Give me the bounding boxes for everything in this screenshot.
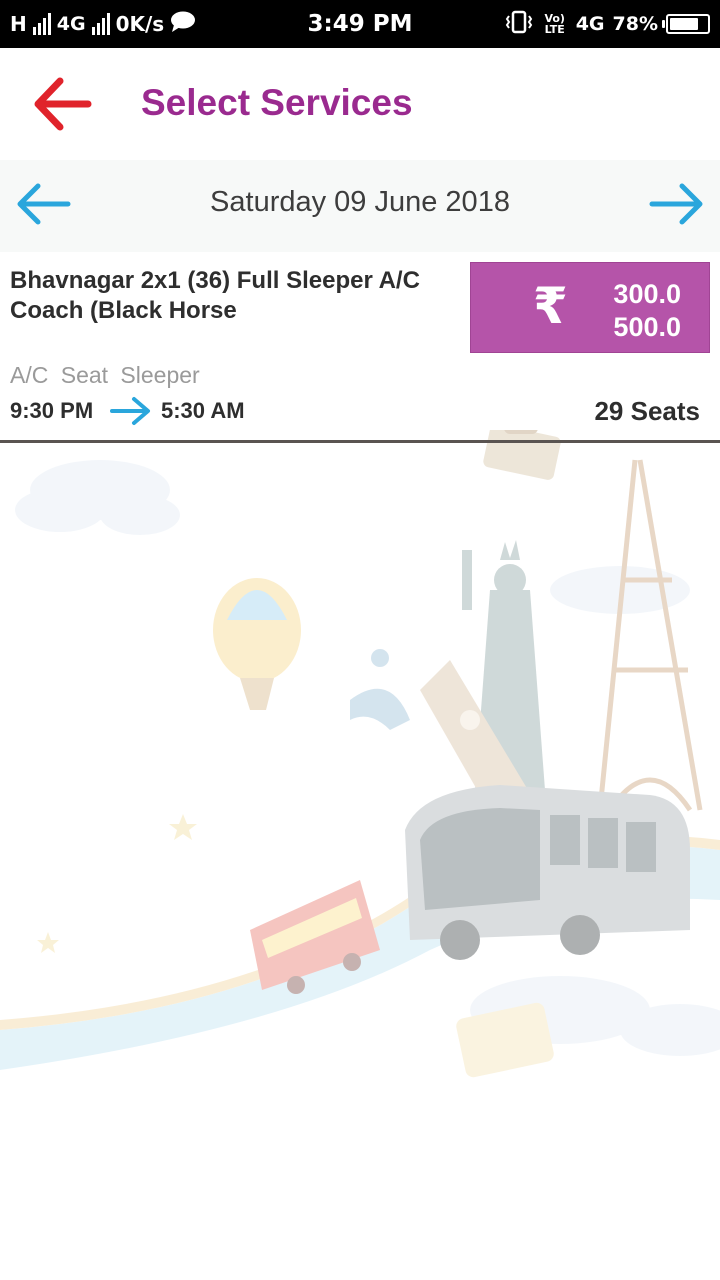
back-button[interactable] — [28, 72, 94, 136]
pattern-tile-decoration — [456, 1002, 554, 1078]
fare-value-2: 500.0 — [613, 312, 681, 342]
battery-percent: 78% — [612, 13, 658, 35]
app-header: Select Services — [0, 48, 720, 160]
network-4g-label: 4G — [575, 13, 605, 35]
vibrate-icon — [504, 10, 534, 39]
status-bar: H 4G 0K/s 3:49 PM Vo) LTE 4G 78% — [0, 0, 720, 48]
rupee-icon: ₹ — [533, 277, 568, 335]
bus-name: Bhavnagar 2x1 (36) Full Sleeper A/C Coac… — [10, 267, 420, 324]
next-date-button[interactable] — [648, 182, 704, 226]
volte-label: Vo) LTE — [544, 12, 565, 36]
selected-date: Saturday 09 June 2018 — [210, 186, 510, 218]
page-title: Select Services — [141, 82, 413, 123]
arrow-right-icon — [649, 183, 703, 225]
status-right-group: Vo) LTE 4G 78% — [504, 0, 710, 48]
card-divider — [0, 440, 720, 443]
hot-air-balloon-icon — [213, 578, 301, 710]
fare-value-1: 300.0 — [613, 279, 681, 309]
service-card[interactable]: Bhavnagar 2x1 (36) Full Sleeper A/C Coac… — [0, 252, 720, 443]
bus-type-label: A/C Seat Sleeper — [10, 362, 200, 388]
app-screen: H 4G 0K/s 3:49 PM Vo) LTE 4G 78% Select … — [0, 0, 720, 1280]
star-icon — [37, 814, 197, 953]
date-selector: Saturday 09 June 2018 — [0, 160, 720, 252]
battery-icon — [662, 14, 710, 34]
route-arrow-icon — [110, 397, 150, 425]
surfer-icon — [350, 649, 410, 730]
departure-time: 9:30 PM — [10, 398, 94, 423]
arrival-time: 5:30 AM — [161, 398, 245, 423]
available-seats: 29 Seats — [594, 396, 700, 426]
travel-background-illustration — [0, 430, 720, 1078]
fare-box: ₹ 300.0 500.0 — [470, 262, 710, 353]
eiffel-tower-icon — [597, 459, 703, 812]
coach-bus-icon — [405, 785, 690, 960]
back-arrow-icon — [34, 77, 92, 131]
